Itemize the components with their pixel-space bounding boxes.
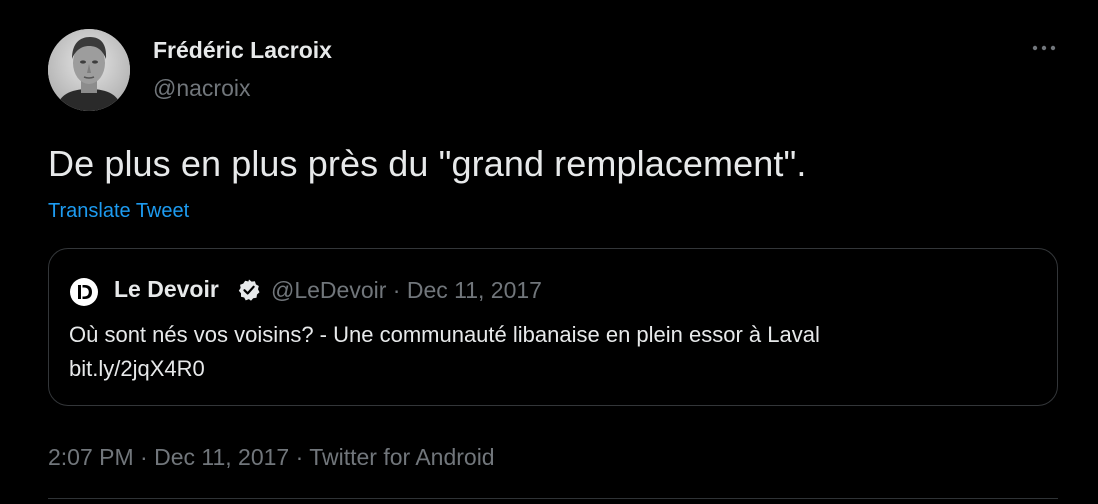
author-handle[interactable]: @nacroix <box>153 75 251 102</box>
quoted-link[interactable]: bit.ly/2jqX4R0 <box>69 352 820 386</box>
translate-tweet-link[interactable]: Translate Tweet <box>48 200 189 223</box>
more-options-button[interactable] <box>1026 34 1062 62</box>
quoted-tweet-text: Où sont nés vos voisins? - Une communaut… <box>69 318 820 386</box>
quoted-handle-date[interactable]: @LeDevoir · Dec 11, 2017 <box>271 277 542 304</box>
quoted-author-name[interactable]: Le Devoir <box>114 276 219 303</box>
more-horizontal-icon <box>1032 45 1056 51</box>
avatar-photo <box>48 29 130 111</box>
tweet-text: De plus en plus près du "grand remplacem… <box>48 143 807 184</box>
tweet-timestamp[interactable]: 2:07 PM · Dec 11, 2017 · Twitter for And… <box>48 444 495 471</box>
divider <box>48 498 1058 499</box>
author-avatar[interactable] <box>48 29 130 111</box>
author-name[interactable]: Frédéric Lacroix <box>153 37 332 64</box>
verified-badge-icon <box>238 279 260 301</box>
quoted-text-line: Où sont nés vos voisins? - Une communaut… <box>69 322 820 347</box>
quoted-tweet-card[interactable]: Le Devoir @LeDevoir · Dec 11, 2017 Où so… <box>48 248 1058 406</box>
le-devoir-logo-icon <box>70 278 98 306</box>
